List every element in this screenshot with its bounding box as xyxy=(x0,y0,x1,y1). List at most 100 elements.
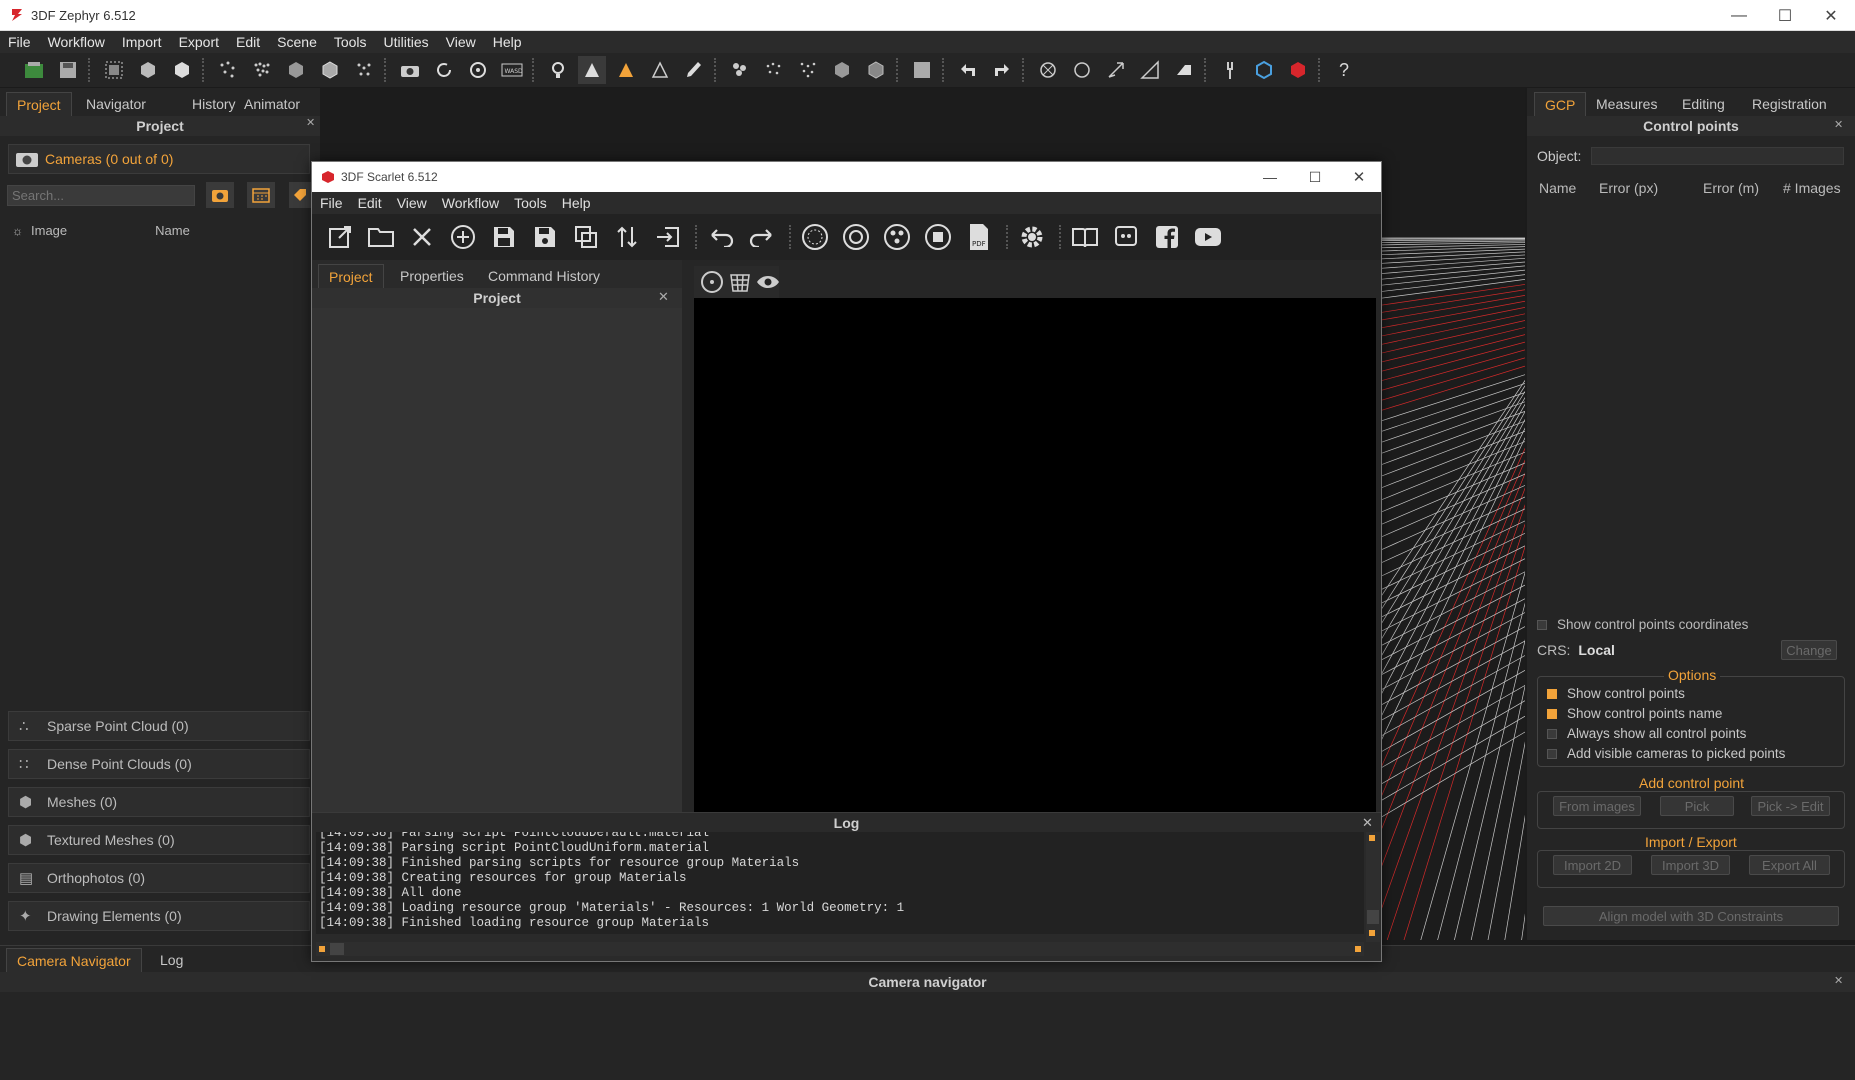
add-camera-button[interactable] xyxy=(206,182,234,208)
tab-editing[interactable]: Editing xyxy=(1672,92,1735,116)
undo-icon[interactable] xyxy=(954,56,982,84)
measure-icon[interactable] xyxy=(1136,56,1164,84)
manual-book-icon[interactable] xyxy=(1071,223,1099,251)
option-show-control-points-name[interactable]: Show control points name xyxy=(1547,704,1785,724)
option-show-control-points[interactable]: Show control points xyxy=(1547,684,1785,704)
brush-icon[interactable] xyxy=(680,56,708,84)
mesh-workflow-icon[interactable] xyxy=(924,223,952,251)
close-scarlet-panel-icon[interactable]: ✕ xyxy=(658,289,669,305)
checkbox[interactable] xyxy=(1547,749,1557,760)
grid-toggle-icon[interactable] xyxy=(728,268,752,296)
checkbox[interactable] xyxy=(1547,709,1557,720)
control-point-icon[interactable] xyxy=(578,56,606,84)
tools-icon[interactable] xyxy=(1216,56,1244,84)
scarlet-minimize-button[interactable]: — xyxy=(1247,162,1293,192)
settings-gear-icon[interactable] xyxy=(1018,223,1046,251)
export-all-button[interactable]: Export All xyxy=(1749,855,1830,875)
show-coords-checkbox[interactable]: Show control points coordinates xyxy=(1537,617,1748,632)
dense-workflow-icon[interactable] xyxy=(883,223,911,251)
translate-gizmo-icon[interactable] xyxy=(1102,56,1130,84)
swap-icon[interactable] xyxy=(613,223,641,251)
control-point-outline-icon[interactable] xyxy=(646,56,674,84)
scarlet-maximize-button[interactable]: ☐ xyxy=(1292,162,1338,192)
menu-import[interactable]: Import xyxy=(122,34,162,50)
undo-icon[interactable] xyxy=(707,223,735,251)
dense-cloud-icon[interactable] xyxy=(248,56,276,84)
facebook-icon[interactable] xyxy=(1153,223,1181,251)
camera-search-input[interactable] xyxy=(7,185,195,206)
control-point-add-icon[interactable] xyxy=(612,56,640,84)
scarlet-menu-view[interactable]: View xyxy=(397,195,427,211)
column-images[interactable]: # Images xyxy=(1783,180,1841,196)
option-add-visible-cameras[interactable]: Add visible cameras to picked points xyxy=(1547,744,1785,764)
redo-icon[interactable] xyxy=(748,223,776,251)
import-3d-button[interactable]: Import 3D xyxy=(1651,855,1730,875)
eraser-icon[interactable] xyxy=(1170,56,1198,84)
minimize-button[interactable]: — xyxy=(1716,0,1762,31)
scroll-left-arrow[interactable] xyxy=(319,946,325,952)
import-icon[interactable] xyxy=(654,223,682,251)
meshes-section[interactable]: ⬢ Meshes (0) xyxy=(8,787,310,817)
cube-3df-icon[interactable] xyxy=(1250,56,1278,84)
tab-registration[interactable]: Registration xyxy=(1742,92,1837,116)
camera-icon[interactable] xyxy=(396,56,424,84)
redo-icon[interactable] xyxy=(988,56,1016,84)
scarlet-tab-command-history[interactable]: Command History xyxy=(478,264,610,288)
align-model-button[interactable]: Align model with 3D Constraints xyxy=(1543,906,1839,926)
close-navigator-icon[interactable]: ✕ xyxy=(1834,974,1843,987)
menu-help[interactable]: Help xyxy=(493,34,522,50)
cube-view-icon[interactable] xyxy=(134,56,162,84)
save-project-icon[interactable] xyxy=(54,56,82,84)
close-window-button[interactable]: ✕ xyxy=(1808,0,1854,31)
close-right-panel-icon[interactable]: ✕ xyxy=(1834,118,1843,131)
menu-export[interactable]: Export xyxy=(179,34,219,50)
new-icon[interactable] xyxy=(326,223,354,251)
visibility-eye-icon[interactable] xyxy=(756,268,780,296)
from-images-button[interactable]: From images xyxy=(1553,796,1641,816)
log-vertical-scrollbar[interactable] xyxy=(1366,832,1380,942)
tab-camera-navigator[interactable]: Camera Navigator xyxy=(6,948,142,972)
snap-icon[interactable] xyxy=(1034,56,1062,84)
checkbox[interactable] xyxy=(1547,689,1557,700)
new-project-icon[interactable] xyxy=(20,56,48,84)
pdf-export-icon[interactable]: PDF xyxy=(965,223,993,251)
tab-project[interactable]: Project xyxy=(6,92,72,116)
bounding-box-icon[interactable] xyxy=(908,56,936,84)
drawing-elements-section[interactable]: ✦ Drawing Elements (0) xyxy=(8,901,310,931)
sparse-point-cloud-section[interactable]: ∴ Sparse Point Cloud (0) xyxy=(8,711,310,741)
textured-mesh-icon[interactable] xyxy=(316,56,344,84)
menu-utilities[interactable]: Utilities xyxy=(384,34,429,50)
menu-scene[interactable]: Scene xyxy=(277,34,317,50)
close-log-icon[interactable]: ✕ xyxy=(1362,815,1373,831)
copy-icon[interactable] xyxy=(572,223,600,251)
wizard-icon[interactable] xyxy=(801,223,829,251)
column-cp-name[interactable]: Name xyxy=(1539,180,1576,196)
menu-edit[interactable]: Edit xyxy=(236,34,260,50)
scarlet-tab-project[interactable]: Project xyxy=(318,264,384,288)
tab-animator[interactable]: Animator xyxy=(234,92,310,116)
orthophotos-section[interactable]: ▤ Orthophotos (0) xyxy=(8,863,310,893)
menu-tools[interactable]: Tools xyxy=(334,34,367,50)
import-2d-button[interactable]: Import 2D xyxy=(1553,855,1632,875)
help-icon[interactable]: ? xyxy=(1330,56,1358,84)
menu-view[interactable]: View xyxy=(446,34,476,50)
menu-file[interactable]: File xyxy=(8,34,31,50)
pick-edit-button[interactable]: Pick -> Edit xyxy=(1751,796,1830,816)
close-project-icon[interactable] xyxy=(408,223,436,251)
checkbox[interactable] xyxy=(1537,619,1547,630)
log-horizontal-scrollbar[interactable] xyxy=(316,942,1364,956)
tab-navigator[interactable]: Navigator xyxy=(76,92,156,116)
column-image[interactable]: Image xyxy=(31,223,67,238)
scarlet-tab-properties[interactable]: Properties xyxy=(390,264,474,288)
checkbox[interactable] xyxy=(1547,729,1557,740)
mesh-icon[interactable] xyxy=(282,56,310,84)
select-box-icon[interactable] xyxy=(100,56,128,84)
scarlet-menu-edit[interactable]: Edit xyxy=(358,195,382,211)
mesh-filter-icon[interactable] xyxy=(862,56,890,84)
dense-point-clouds-section[interactable]: ∷ Dense Point Clouds (0) xyxy=(8,749,310,779)
rotate-icon[interactable] xyxy=(430,56,458,84)
pick-select-icon[interactable] xyxy=(726,56,754,84)
open-folder-icon[interactable] xyxy=(367,223,395,251)
tag-button[interactable] xyxy=(289,182,311,208)
discord-icon[interactable] xyxy=(1112,223,1140,251)
